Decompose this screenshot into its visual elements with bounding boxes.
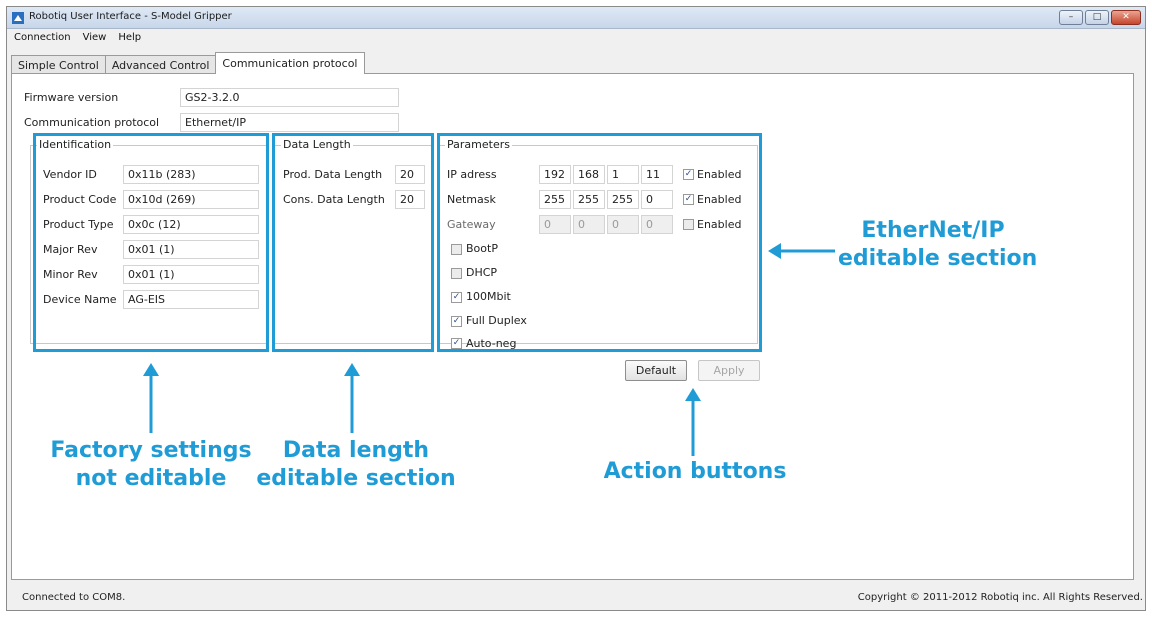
communication-protocol-field: Ethernet/IP <box>180 113 399 132</box>
title-bar: Robotiq User Interface - S-Model Gripper… <box>7 7 1145 29</box>
default-button[interactable]: Default <box>625 360 687 381</box>
data-length-annotation-line-1: Data length <box>282 438 430 463</box>
window-title: Robotiq User Interface - S-Model Gripper <box>29 11 232 22</box>
factory-settings-annotation: Factory settings not editable <box>34 437 268 493</box>
menu-help[interactable]: Help <box>116 29 143 46</box>
data-length-annotation-line-2: editable section <box>256 466 456 491</box>
minimize-icon[interactable]: – <box>1059 10 1083 25</box>
communication-protocol-label: Communication protocol <box>24 116 160 129</box>
data-length-annotation: Data length editable section <box>249 437 463 493</box>
tab-bar: Simple Control Advanced Control Communic… <box>11 52 365 74</box>
maximize-icon[interactable]: □ <box>1085 10 1109 25</box>
data-length-highlight <box>272 133 434 352</box>
copyright-text: Copyright © 2011-2012 Robotiq inc. All R… <box>857 592 1143 603</box>
ethernet-annotation-line-2: editable section <box>838 246 1038 271</box>
menu-bar: Connection View Help <box>7 29 1145 46</box>
menu-view[interactable]: View <box>81 29 109 46</box>
factory-settings-highlight <box>33 133 269 352</box>
ethernet-ip-annotation: EtherNet/IP editable section <box>838 217 1038 273</box>
close-icon[interactable]: ✕ <box>1111 10 1141 25</box>
connection-status: Connected to COM8. <box>22 592 126 603</box>
ethernet-ip-highlight <box>437 133 762 352</box>
apply-button[interactable]: Apply <box>698 360 760 381</box>
window-controls: – □ ✕ <box>1059 10 1141 25</box>
menu-connection[interactable]: Connection <box>12 29 73 46</box>
ethernet-annotation-line-1: EtherNet/IP <box>861 218 1005 243</box>
action-buttons-annotation: Action buttons <box>603 459 787 484</box>
tab-communication-protocol[interactable]: Communication protocol <box>215 52 365 74</box>
tab-simple-control[interactable]: Simple Control <box>11 55 106 74</box>
factory-annotation-line-2: not editable <box>75 466 227 491</box>
firmware-version-label: Firmware version <box>24 91 119 104</box>
factory-annotation-line-1: Factory settings <box>50 438 252 463</box>
firmware-version-field: GS2-3.2.0 <box>180 88 399 107</box>
robotiq-app-icon <box>12 12 24 24</box>
tab-advanced-control[interactable]: Advanced Control <box>104 55 217 74</box>
